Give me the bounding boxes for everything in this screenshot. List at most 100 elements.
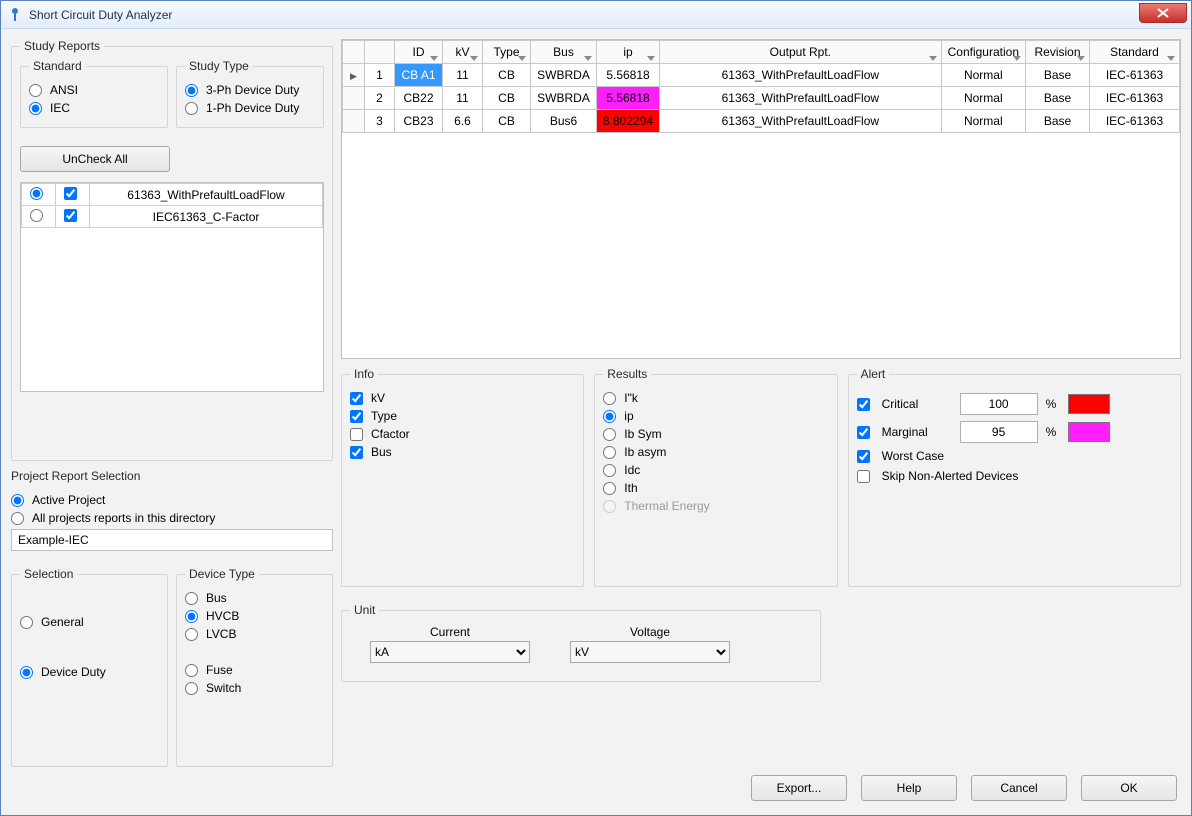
radio-ansi[interactable]	[29, 84, 42, 97]
col-revision[interactable]: Revision	[1026, 41, 1090, 64]
input-critical-pct[interactable]: 100	[960, 393, 1038, 415]
check-marginal[interactable]	[857, 426, 870, 439]
radio-lvcb[interactable]	[185, 628, 198, 641]
cell-standard[interactable]: IEC-61363	[1090, 87, 1180, 110]
table-row[interactable]: 3CB236.6CBBus68.80229461363_WithPrefault…	[343, 110, 1180, 133]
check-worst-case[interactable]	[857, 450, 870, 463]
check-kv[interactable]	[350, 392, 363, 405]
label-1ph: 1-Ph Device Duty	[206, 101, 299, 115]
cell-config[interactable]: Normal	[941, 64, 1025, 87]
radio-3ph[interactable]	[185, 84, 198, 97]
radio-ibasym[interactable]	[603, 446, 616, 459]
select-current-unit[interactable]: kA	[370, 641, 530, 663]
cell-output[interactable]: 61363_WithPrefaultLoadFlow	[660, 64, 942, 87]
uncheck-all-button[interactable]: UnCheck All	[20, 146, 170, 172]
label-ibasym: Ib asym	[624, 445, 666, 459]
check-type[interactable]	[350, 410, 363, 423]
radio-thermal	[603, 500, 616, 513]
radio-device-duty[interactable]	[20, 666, 33, 679]
close-button[interactable]	[1139, 3, 1187, 23]
swatch-critical[interactable]	[1068, 394, 1110, 414]
study-type-legend: Study Type	[185, 59, 253, 73]
row-selector[interactable]	[343, 110, 365, 133]
radio-1ph[interactable]	[185, 102, 198, 115]
report-active-radio[interactable]	[30, 187, 43, 200]
radio-hvcb[interactable]	[185, 610, 198, 623]
row-selector[interactable]	[343, 87, 365, 110]
cell-revision[interactable]: Base	[1026, 110, 1090, 133]
radio-iec[interactable]	[29, 102, 42, 115]
radio-general[interactable]	[20, 616, 33, 629]
report-active-radio[interactable]	[30, 209, 43, 222]
cell-type[interactable]: CB	[483, 64, 531, 87]
label-bus: Bus	[206, 591, 227, 605]
radio-all-dir[interactable]	[11, 512, 24, 525]
reports-list[interactable]: 61363_WithPrefaultLoadFlow IEC61363_C-Fa…	[20, 182, 324, 392]
input-marginal-pct[interactable]: 95	[960, 421, 1038, 443]
report-enable-check[interactable]	[64, 209, 77, 222]
report-enable-check[interactable]	[64, 187, 77, 200]
table-row[interactable]: 2CB2211CBSWBRDA5.5681861363_WithPrefault…	[343, 87, 1180, 110]
check-skip-nonalert[interactable]	[857, 470, 870, 483]
cell-ip[interactable]: 5.56818	[597, 87, 660, 110]
col-id[interactable]: ID	[395, 41, 443, 64]
window-title: Short Circuit Duty Analyzer	[29, 8, 172, 22]
radio-switch[interactable]	[185, 682, 198, 695]
radio-bus[interactable]	[185, 592, 198, 605]
cell-output[interactable]: 61363_WithPrefaultLoadFlow	[660, 87, 942, 110]
col-rownum[interactable]	[365, 41, 395, 64]
cell-output[interactable]: 61363_WithPrefaultLoadFlow	[660, 110, 942, 133]
radio-idc[interactable]	[603, 464, 616, 477]
results-grid[interactable]: ID kV Type Bus ip Output Rpt. Configurat…	[341, 39, 1181, 359]
pct-sign: %	[1046, 425, 1060, 439]
cell-kv[interactable]: 11	[443, 87, 483, 110]
col-output[interactable]: Output Rpt.	[660, 41, 942, 64]
check-critical[interactable]	[857, 398, 870, 411]
row-selector[interactable]	[343, 64, 365, 87]
cell-id[interactable]: CB23	[395, 110, 443, 133]
radio-active-project[interactable]	[11, 494, 24, 507]
cell-ip[interactable]: 5.56818	[597, 64, 660, 87]
radio-ibsym[interactable]	[603, 428, 616, 441]
cell-type[interactable]: CB	[483, 110, 531, 133]
check-cfactor[interactable]	[350, 428, 363, 441]
swatch-marginal[interactable]	[1068, 422, 1110, 442]
col-type[interactable]: Type	[483, 41, 531, 64]
cell-revision[interactable]: Base	[1026, 87, 1090, 110]
radio-ith[interactable]	[603, 482, 616, 495]
cell-kv[interactable]: 6.6	[443, 110, 483, 133]
cell-config[interactable]: Normal	[941, 110, 1025, 133]
cell-type[interactable]: CB	[483, 87, 531, 110]
report-row[interactable]: 61363_WithPrefaultLoadFlow	[22, 184, 323, 206]
radio-ip[interactable]	[603, 410, 616, 423]
select-voltage-unit[interactable]: kV	[570, 641, 730, 663]
cell-bus[interactable]: SWBRDA	[531, 87, 597, 110]
cell-id[interactable]: CB A1	[395, 64, 443, 87]
cell-bus[interactable]: Bus6	[531, 110, 597, 133]
col-bus[interactable]: Bus	[531, 41, 597, 64]
cell-bus[interactable]: SWBRDA	[531, 64, 597, 87]
col-ip[interactable]: ip	[597, 41, 660, 64]
cell-ip[interactable]: 8.802294	[597, 110, 660, 133]
col-kv[interactable]: kV	[443, 41, 483, 64]
radio-ik[interactable]	[603, 392, 616, 405]
radio-fuse[interactable]	[185, 664, 198, 677]
cell-standard[interactable]: IEC-61363	[1090, 110, 1180, 133]
help-button[interactable]: Help	[861, 775, 957, 801]
table-row[interactable]: 1CB A111CBSWBRDA5.5681861363_WithPrefaul…	[343, 64, 1180, 87]
cell-kv[interactable]: 11	[443, 64, 483, 87]
cell-standard[interactable]: IEC-61363	[1090, 64, 1180, 87]
export-button[interactable]: Export...	[751, 775, 847, 801]
label-ansi: ANSI	[50, 83, 78, 97]
col-rowselector[interactable]	[343, 41, 365, 64]
cell-revision[interactable]: Base	[1026, 64, 1090, 87]
col-config[interactable]: Configuration	[941, 41, 1025, 64]
report-row[interactable]: IEC61363_C-Factor	[22, 206, 323, 228]
check-bus[interactable]	[350, 446, 363, 459]
label-thermal: Thermal Energy	[624, 499, 709, 513]
cell-config[interactable]: Normal	[941, 87, 1025, 110]
cell-id[interactable]: CB22	[395, 87, 443, 110]
cancel-button[interactable]: Cancel	[971, 775, 1067, 801]
ok-button[interactable]: OK	[1081, 775, 1177, 801]
col-standard[interactable]: Standard	[1090, 41, 1180, 64]
